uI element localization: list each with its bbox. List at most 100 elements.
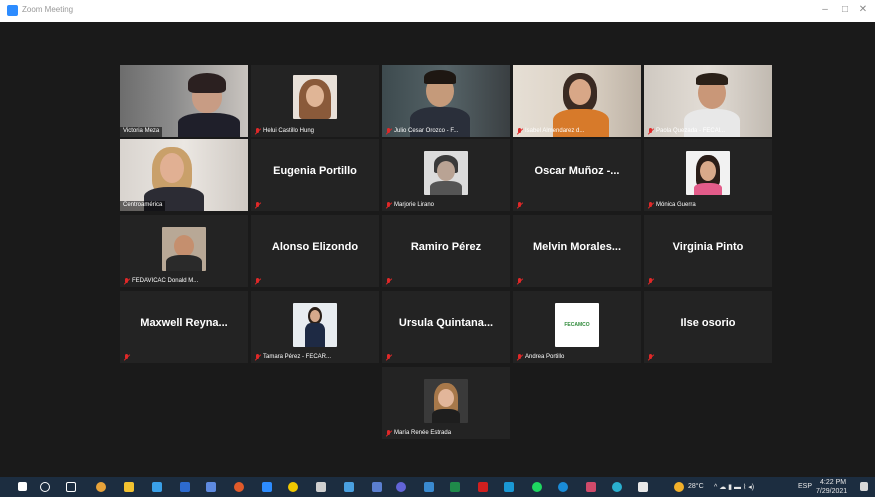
profile-picture	[293, 303, 337, 347]
participant-display-name: Virginia Pinto	[672, 241, 744, 253]
participant-tile[interactable]: FECAMCO Andrea Portillo	[513, 291, 641, 363]
profile-picture	[293, 75, 337, 119]
participant-face	[160, 153, 184, 183]
file-explorer-icon[interactable]	[124, 482, 134, 492]
participant-display-name: Oscar Muñoz -...	[534, 165, 620, 177]
participant-name: FEDAVICAC Donald M...	[132, 278, 199, 284]
participant-tile[interactable]: Ursula Quintana...	[382, 291, 510, 363]
participant-hair	[188, 73, 226, 93]
app-icon[interactable]	[638, 482, 648, 492]
weather-temperature[interactable]: 28°C	[688, 483, 704, 490]
app-icon[interactable]	[372, 482, 382, 492]
profile-picture	[424, 151, 468, 195]
prime-video-icon[interactable]	[504, 482, 514, 492]
muted-mic-icon	[123, 354, 130, 361]
muted-mic-icon	[385, 278, 392, 285]
muted-mic-icon	[254, 278, 261, 285]
muted-mic-icon	[647, 354, 654, 361]
participant-tile[interactable]: Virginia Pinto	[644, 215, 772, 287]
app-icon[interactable]	[316, 482, 326, 492]
participant-tile[interactable]: Eugenia Portillo	[251, 139, 379, 211]
participant-display-name: Ilse osorio	[680, 317, 736, 329]
participant-display-name: Eugenia Portillo	[273, 165, 357, 177]
app-icon[interactable]	[234, 482, 244, 492]
title-bar: Zoom Meeting – □ ✕	[0, 0, 875, 22]
participant-display-name: Maxwell Reyna...	[140, 317, 228, 329]
clock-date[interactable]: 7/29/2021	[816, 488, 847, 495]
participant-tile[interactable]: Isabel Almendarez d...	[513, 65, 641, 137]
netflix-icon[interactable]	[478, 482, 488, 492]
app-icon[interactable]	[288, 482, 298, 492]
participant-tile[interactable]: Julio Cesar Orozco - F...	[382, 65, 510, 137]
muted-mic-icon	[516, 202, 523, 209]
participant-name: Helui Castillo Hung	[263, 128, 315, 134]
participant-tile[interactable]: Oscar Muñoz -...	[513, 139, 641, 211]
language-indicator[interactable]: ESP	[798, 483, 812, 490]
muted-mic-icon	[516, 278, 523, 285]
participant-tile[interactable]: Tamara Pérez - FECAR...	[251, 291, 379, 363]
participant-hair	[424, 70, 456, 84]
chrome-icon[interactable]	[96, 482, 106, 492]
participant-name: Victoria Meza	[120, 127, 163, 137]
participant-tile[interactable]: Ilse osorio	[644, 291, 772, 363]
spotify-icon[interactable]	[532, 482, 542, 492]
minimize-icon[interactable]: –	[818, 4, 832, 16]
store-icon[interactable]	[206, 482, 216, 492]
logo-text: FECAMCO	[564, 322, 590, 328]
excel-icon[interactable]	[450, 482, 460, 492]
profile-picture	[686, 151, 730, 195]
organization-logo: FECAMCO	[555, 303, 599, 347]
participant-face	[569, 79, 591, 105]
participant-name: Julio Cesar Orozco - F...	[394, 128, 459, 134]
zoom-icon	[7, 5, 18, 16]
participant-display-name: Ramiro Pérez	[410, 241, 482, 253]
participant-tile[interactable]: Mónica Guerra	[644, 139, 772, 211]
muted-mic-icon	[647, 278, 654, 285]
weather-icon[interactable]	[674, 482, 684, 492]
notifications-icon[interactable]	[860, 482, 868, 491]
participant-tile[interactable]: FEDAVICAC Donald M...	[120, 215, 248, 287]
maximize-icon[interactable]: □	[838, 4, 852, 16]
participant-name: Mónica Guerra	[656, 202, 696, 208]
teams-icon[interactable]	[396, 482, 406, 492]
participant-name: María Renée Estrada	[394, 430, 452, 436]
app-icon[interactable]	[344, 482, 354, 492]
search-icon[interactable]	[40, 482, 50, 492]
participant-tile[interactable]: Helui Castillo Hung	[251, 65, 379, 137]
task-view-icon[interactable]	[66, 482, 76, 492]
profile-picture	[162, 227, 206, 271]
app-icon[interactable]	[586, 482, 596, 492]
app-icon[interactable]	[558, 482, 568, 492]
participant-name: Andrea Portillo	[525, 354, 565, 360]
mail-icon[interactable]	[424, 482, 434, 492]
participant-tile[interactable]: María Renée Estrada	[382, 367, 510, 439]
clock-time[interactable]: 4:22 PM	[820, 479, 846, 486]
participant-hair	[696, 73, 728, 85]
close-icon[interactable]: ✕	[856, 4, 870, 16]
participant-tile[interactable]: Victoria Meza	[120, 65, 248, 137]
edge-icon[interactable]	[612, 482, 622, 492]
system-tray-icons[interactable]: ^ ☁ ▮ ▬ ⌇ ◂)	[714, 483, 754, 491]
participant-display-name: Melvin Morales...	[532, 241, 622, 253]
windows-start-icon[interactable]	[18, 482, 27, 491]
window-title: Zoom Meeting	[22, 5, 74, 14]
gallery-view: Victoria Meza Helui Castillo Hung Julio …	[8, 22, 869, 477]
participant-tile[interactable]: Alonso Elizondo	[251, 215, 379, 287]
participant-tile[interactable]: Melvin Morales...	[513, 215, 641, 287]
muted-mic-icon	[254, 202, 261, 209]
zoom-taskbar-icon[interactable]	[262, 482, 272, 492]
participant-name: Marjorie Lirano	[394, 202, 435, 208]
participant-tile-active-speaker[interactable]: Centroamérica	[120, 139, 248, 211]
muted-mic-icon	[385, 354, 392, 361]
word-icon[interactable]	[180, 482, 190, 492]
participant-name: Tamara Pérez - FECAR...	[263, 354, 332, 360]
participant-tile[interactable]: Paola Quezada - FECAl...	[644, 65, 772, 137]
participant-body	[178, 113, 240, 137]
participant-display-name: Alonso Elizondo	[271, 241, 359, 253]
participant-tile[interactable]: Ramiro Pérez	[382, 215, 510, 287]
profile-picture	[424, 379, 468, 423]
participant-tile[interactable]: Marjorie Lirano	[382, 139, 510, 211]
participant-tile[interactable]: Maxwell Reyna...	[120, 291, 248, 363]
app-icon[interactable]	[152, 482, 162, 492]
participant-name: Paola Quezada - FECAl...	[656, 128, 726, 134]
